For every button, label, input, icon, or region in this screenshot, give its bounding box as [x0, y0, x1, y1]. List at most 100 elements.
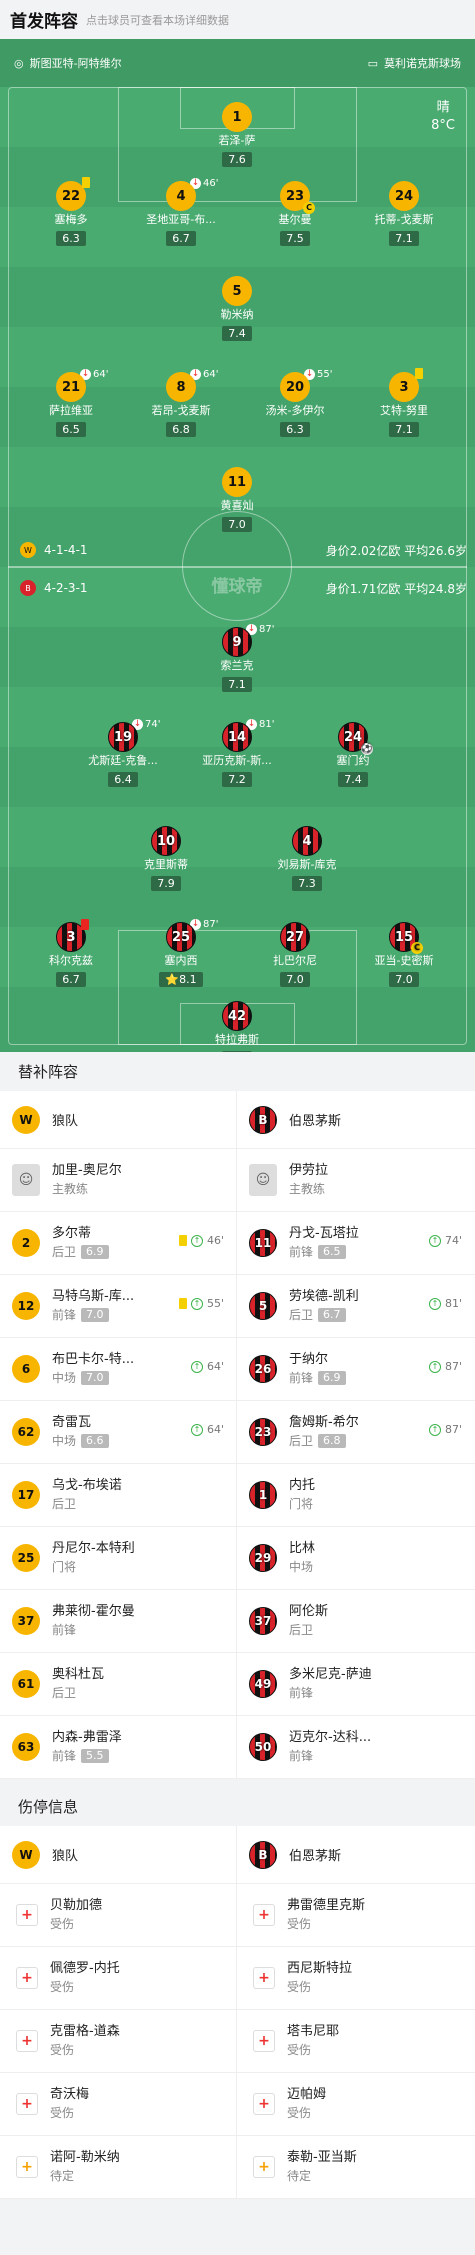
player-rating: 7.9: [157, 877, 175, 890]
pitch-player[interactable]: 4 刘易斯-库克 7.3: [252, 826, 362, 891]
pitch-player[interactable]: 24 托蒂-戈麦斯 7.1: [349, 181, 459, 246]
injured-player[interactable]: + 塔韦尼耶 受伤: [237, 2010, 474, 2072]
sub-player[interactable]: 25 丹尼尔-本特利 门将: [0, 1527, 237, 1589]
sub-name: 劳埃德-凯利: [289, 1289, 359, 1304]
red-card-icon: [81, 919, 89, 930]
pitch-player[interactable]: ↓ 87' 9 索兰克 7.1: [182, 624, 292, 692]
sub-player[interactable]: 62 奇雷瓦 中场 6.6 ↑ 64': [0, 1401, 237, 1463]
injuries-team-right[interactable]: B 伯恩茅斯: [237, 1826, 474, 1883]
weather-condition: 晴: [436, 100, 450, 115]
player-number-circle: 3: [389, 368, 423, 402]
player-rating-box: 6.4: [108, 772, 138, 787]
sub-position: 前锋: [52, 1308, 77, 1322]
sub-name: 多尔蒂: [52, 1226, 92, 1241]
sub-in-info: ↑ 64': [190, 1360, 224, 1373]
sub-player[interactable]: 37 阿伦斯 后卫: [237, 1590, 474, 1652]
sub-player[interactable]: 63 内森-弗雷泽 前锋 5.5: [0, 1716, 237, 1778]
pitch-player[interactable]: ↓ 55' 20 汤米-多伊尔 6.3: [240, 369, 350, 437]
pitch-player[interactable]: 22 塞梅多 6.3: [16, 177, 126, 246]
pitch-player[interactable]: ↓ 64' 21 萨拉维亚 6.5: [16, 369, 126, 437]
pitch-player[interactable]: 1 若泽-萨 7.6: [182, 102, 292, 167]
pitch-player[interactable]: ↓ 46' 4 圣地亚哥-布... 6.7: [126, 178, 236, 246]
player-rating-box: 6.7: [166, 231, 196, 246]
subs-team-right[interactable]: B 伯恩茅斯: [237, 1091, 474, 1148]
injury-status: 受伤: [50, 1917, 75, 1931]
shirt-number-badge: 5: [249, 1292, 277, 1320]
injury-icon: +: [16, 2093, 38, 2115]
stadium-icon: ▭: [367, 56, 378, 70]
sub-minute: 81': [259, 719, 275, 730]
player-number: 23: [285, 188, 305, 204]
player-number: 27: [285, 929, 305, 945]
sub-player[interactable]: 2 多尔蒂 后卫 6.9 ↑ 46': [0, 1212, 237, 1274]
shirt-number: 62: [17, 1425, 35, 1439]
sub-in-icon: ↑: [190, 1423, 203, 1436]
pitch-player[interactable]: 42特拉弗斯7.4: [182, 1001, 292, 1052]
injuries-team-right-name: 伯恩茅斯: [289, 1849, 342, 1864]
coach-left[interactable]: ☺ 加里-奥尼尔 主教练: [0, 1149, 237, 1211]
sub-player[interactable]: 29 比林 中场: [237, 1527, 474, 1589]
sub-player[interactable]: 12 马特乌斯-库... 前锋 7.0 ↑ 55': [0, 1275, 237, 1337]
pitch-player[interactable]: 3 科尔克兹 6.7: [16, 919, 126, 987]
player-rating: 7.1: [228, 678, 246, 691]
sub-name: 内托: [289, 1478, 316, 1493]
injured-player[interactable]: + 克雷格-道森 受伤: [0, 2010, 237, 2072]
shirt-number-badge: 12: [12, 1292, 40, 1320]
player-rating-box: 7.1: [389, 231, 419, 246]
coach-right[interactable]: ☺ 伊劳拉 主教练: [237, 1149, 474, 1211]
subs-team-left[interactable]: W 狼队: [0, 1091, 237, 1148]
sub-name: 丹戈-瓦塔拉: [289, 1226, 359, 1241]
wolves-value: 身价2.02亿欧 平均26.6岁: [326, 542, 467, 559]
player-rating: 7.0: [228, 518, 246, 531]
injured-player[interactable]: + 佩德罗-内托 受伤: [0, 1947, 237, 2009]
sub-player[interactable]: 5 劳埃德-凯利 后卫 6.7 ↑ 81': [237, 1275, 474, 1337]
pitch-player[interactable]: ↓ 64' 8 若昂-戈麦斯 6.8: [126, 369, 236, 437]
injured-player[interactable]: + 诺阿-勒米纳 待定: [0, 2136, 237, 2198]
shirt-number: 50: [254, 1740, 272, 1754]
sub-player[interactable]: 11 丹戈-瓦塔拉 前锋 6.5 ↑ 74': [237, 1212, 474, 1274]
player-number: 19: [113, 729, 133, 745]
injured-player[interactable]: + 奇沃梅 受伤: [0, 2073, 237, 2135]
sub-player[interactable]: 23 詹姆斯-希尔 后卫 6.8 ↑ 87': [237, 1401, 474, 1463]
player-number-circle: 42: [222, 1001, 252, 1031]
lineup-title: 首发阵容: [10, 12, 78, 32]
pitch-player[interactable]: ↓ 74' 19 尤斯廷-克鲁... 6.4: [68, 719, 178, 787]
pitch-player[interactable]: 23 C 基尔曼 7.5: [240, 181, 350, 246]
pitch-player[interactable]: ↓ 81' 14 亚历克斯-斯... 7.2: [182, 719, 292, 787]
pitch-player[interactable]: 27 扎巴尔尼 7.0: [240, 922, 350, 987]
player-name: 塞门约: [336, 754, 370, 767]
sub-position: 后卫: [289, 1308, 314, 1322]
injured-player[interactable]: + 贝勒加德 受伤: [0, 1884, 237, 1946]
sub-player[interactable]: 49 多米尼克-萨迪 前锋: [237, 1653, 474, 1715]
wolves-badge-icon: W: [20, 542, 36, 558]
sub-player[interactable]: 61 奥科杜瓦 后卫: [0, 1653, 237, 1715]
player-number: 4: [176, 188, 186, 204]
pitch-player[interactable]: 11 黄喜灿 7.0: [182, 467, 292, 532]
subs-team-right-name: 伯恩茅斯: [289, 1114, 342, 1129]
sub-row: 6 布巴卡尔-特... 中场 7.0 ↑ 64' 26 于纳尔 前锋 6.9 ↑ 87': [0, 1338, 475, 1401]
pitch-player[interactable]: 10 克里斯蒂 7.9: [111, 826, 221, 891]
injured-player[interactable]: + 迈帕姆 受伤: [237, 2073, 474, 2135]
wolves-logo-icon: W: [12, 1840, 40, 1869]
injured-player[interactable]: + 弗雷德里克斯 受伤: [237, 1884, 474, 1946]
sub-rating: 7.0: [81, 1308, 109, 1322]
player-number: 24: [343, 729, 363, 745]
pitch-player[interactable]: ↓ 87' 25 塞内西 ⭐8.1: [126, 919, 236, 987]
pitch-player[interactable]: 24 ⚽ 塞门约 7.4: [298, 722, 408, 787]
injury-icon: +: [253, 1904, 275, 1926]
sub-player[interactable]: 17 乌戈-布埃诺 后卫: [0, 1464, 237, 1526]
player-number: 22: [61, 188, 81, 204]
pitch-player[interactable]: 3 艾特-努里 7.1: [349, 368, 459, 437]
sub-player[interactable]: 6 布巴卡尔-特... 中场 7.0 ↑ 64': [0, 1338, 237, 1400]
sub-player[interactable]: 1 内托 门将: [237, 1464, 474, 1526]
sub-player[interactable]: 26 于纳尔 前锋 6.9 ↑ 87': [237, 1338, 474, 1400]
injured-player[interactable]: + 泰勒-亚当斯 待定: [237, 2136, 474, 2198]
sub-player[interactable]: 37 弗莱彻-霍尔曼 前锋: [0, 1590, 237, 1652]
pitch-player[interactable]: 5 勒米纳 7.4: [182, 276, 292, 341]
player-number-circle: 4: [166, 181, 196, 211]
sub-player[interactable]: 50 迈克尔-达科... 前锋: [237, 1716, 474, 1778]
sub-in-icon: ↑: [190, 1297, 203, 1310]
pitch-player[interactable]: 15 C 亚当-史密斯 7.0: [349, 922, 459, 987]
injuries-team-left[interactable]: W 狼队: [0, 1826, 237, 1883]
injured-player[interactable]: + 西尼斯特拉 受伤: [237, 1947, 474, 2009]
